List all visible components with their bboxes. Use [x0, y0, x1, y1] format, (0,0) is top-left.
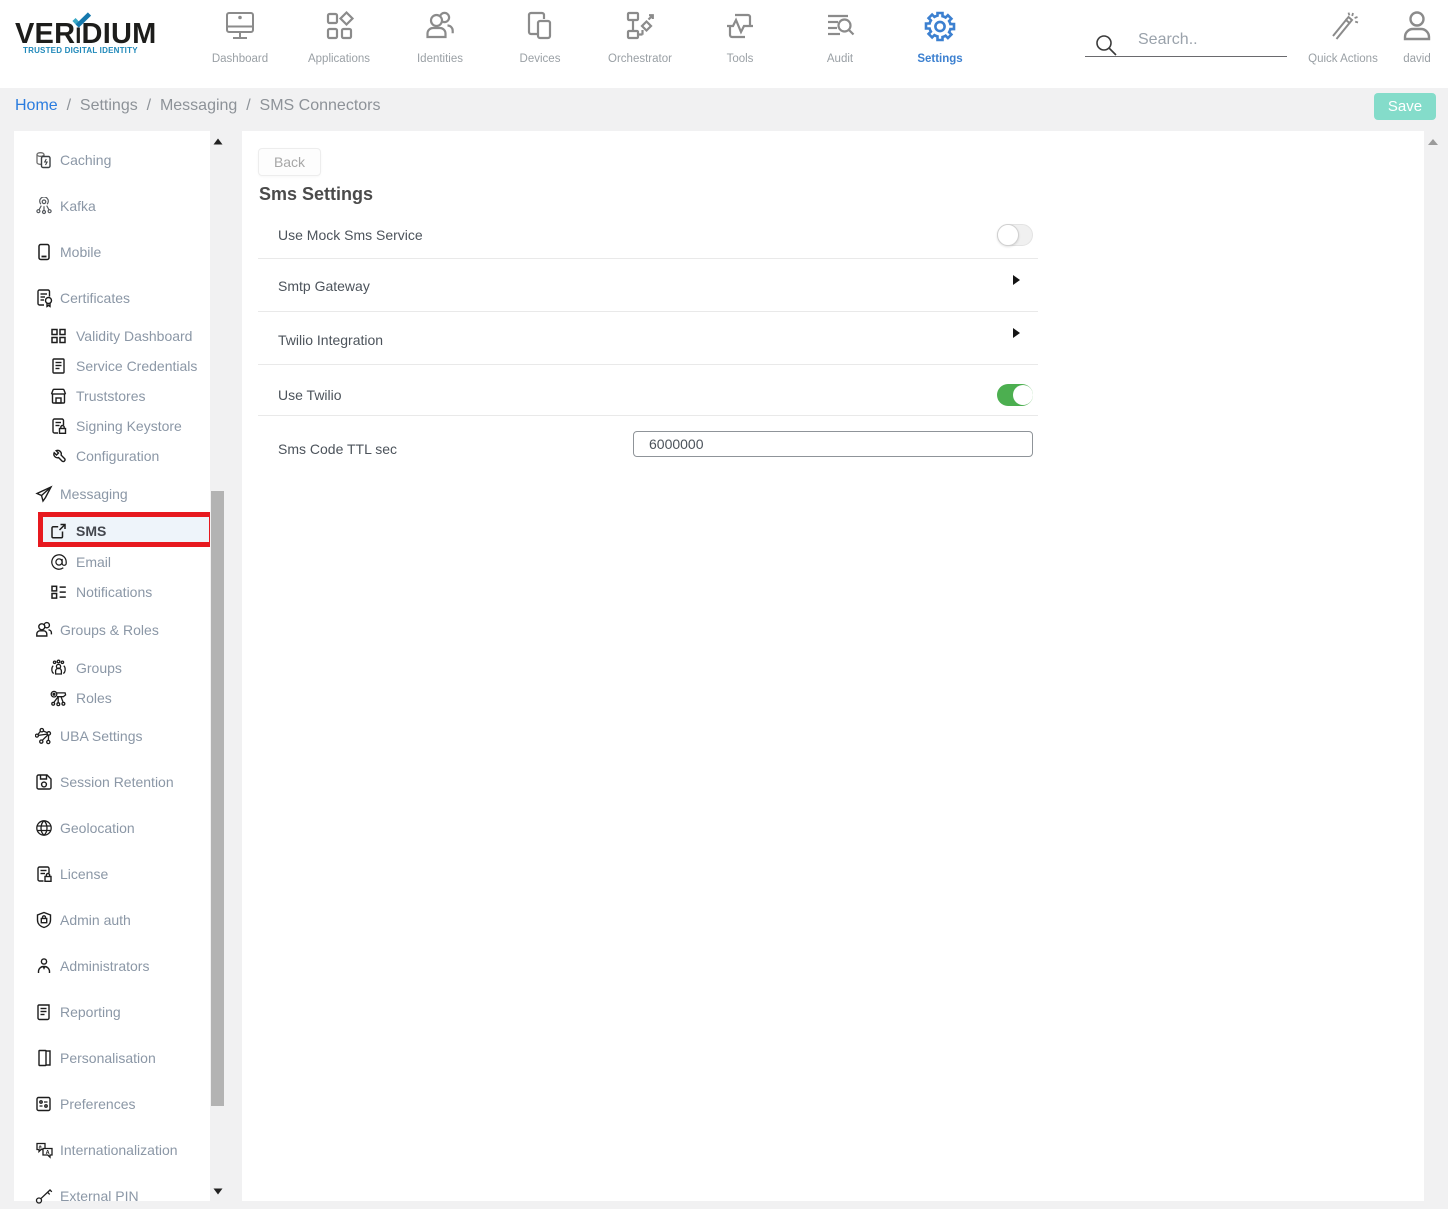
svg-text:A: A — [46, 1150, 50, 1156]
